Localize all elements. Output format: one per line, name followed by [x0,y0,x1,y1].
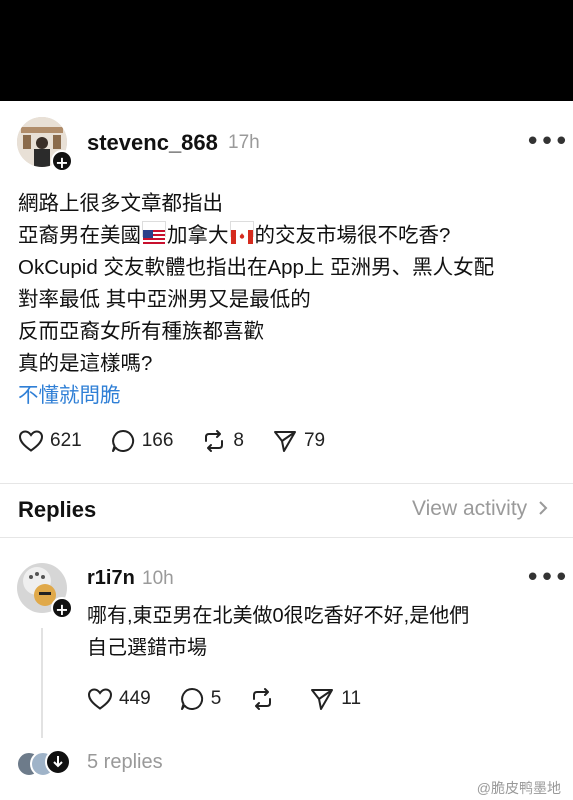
heart-icon [87,688,113,710]
share-button[interactable]: 79 [272,428,325,454]
post-line: 亞裔男在美國 加拿大 的交友市場很不吃香? [18,220,494,252]
replies-count-link[interactable]: 5 replies [87,751,163,774]
comment-bubble-icon [180,687,203,710]
post-line: 網路上很多文章都指出 [18,192,223,215]
reply-actions: 449 5 11 [87,686,389,712]
like-count: 621 [50,430,82,451]
follow-plus-icon[interactable]: + [51,597,73,619]
like-count: 449 [119,688,151,709]
post-actions: 621 166 8 79 [18,428,353,454]
chevron-down-icon [45,749,71,775]
like-button[interactable]: 449 [87,687,151,711]
reply-avatars-stack[interactable] [16,749,76,777]
canada-flag-icon [229,221,254,244]
post-username[interactable]: stevenc_868 [87,130,218,156]
share-button[interactable]: 11 [309,686,361,712]
us-flag-icon [142,221,166,244]
post-line: OkCupid 交友軟體也指出在App上 亞洲男、黑人女配 [18,256,495,279]
post-line: 反而亞裔女所有種族都喜歡 [18,320,264,343]
top-black-bar [0,0,573,101]
comment-bubble-icon [111,429,134,452]
comment-count: 5 [210,688,222,709]
repost-icon [253,688,272,710]
more-icon[interactable]: ••• [525,127,569,157]
post-body: 網路上很多文章都指出 亞裔男在美國 加拿大 的交友市場很不吃香? OkCupid 交… [18,188,494,412]
heart-icon [18,430,44,452]
reply-line: 自己選錯市場 [87,637,207,659]
chevron-right-icon [539,501,548,515]
send-icon [311,689,334,710]
post-time: 17h [228,132,260,153]
send-icon [273,431,296,452]
divider [0,537,573,538]
view-activity-link[interactable]: View activity [412,497,549,521]
more-icon[interactable]: ••• [525,563,569,593]
topic-tag-link[interactable]: 不懂就問脆 [18,380,494,412]
post-line: 真的是這樣嗎? [18,352,153,375]
comment-button[interactable]: 166 [110,428,174,454]
share-count: 79 [303,430,326,451]
share-count: 11 [341,688,362,709]
follow-plus-icon[interactable]: + [51,150,73,172]
repost-button[interactable]: 8 [201,428,244,454]
reply-line: 哪有,東亞男在北美做0很吃香好不好,是他們 [87,605,470,627]
watermark: @脆皮鸭墨地 [476,780,561,796]
comment-count: 166 [141,430,174,451]
repost-count: 8 [233,430,244,451]
reply-time: 10h [142,568,174,589]
like-button[interactable]: 621 [18,429,82,453]
repost-button[interactable] [249,686,281,712]
repost-icon [205,430,224,452]
divider [0,483,573,484]
comment-button[interactable]: 5 [179,686,222,712]
reply-username[interactable]: r1i7n [87,567,135,590]
reply-body: 哪有,東亞男在北美做0很吃香好不好,是他們 自己選錯市場 [87,600,469,664]
post-line: 對率最低 其中亞洲男又是最低的 [18,288,311,311]
thread-line [41,628,43,738]
replies-heading: Replies [18,497,97,522]
